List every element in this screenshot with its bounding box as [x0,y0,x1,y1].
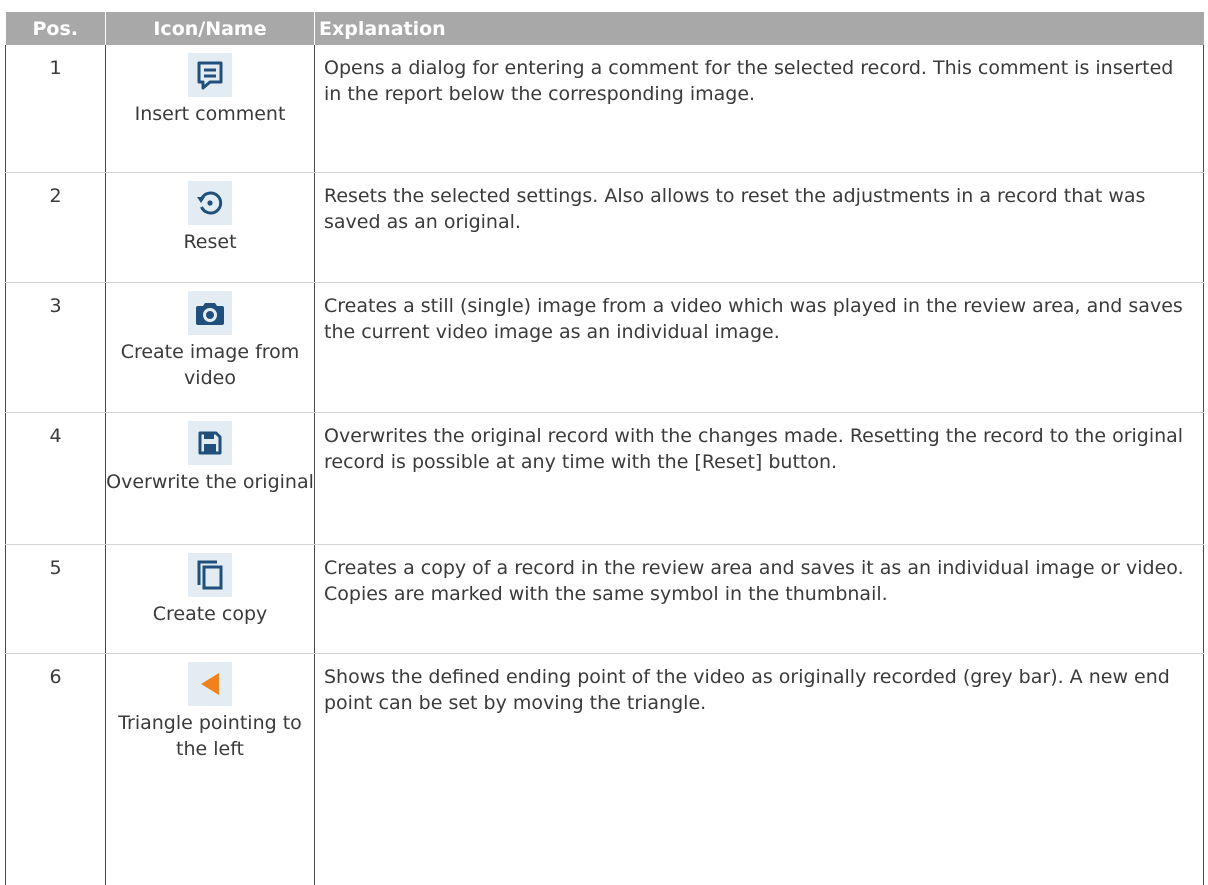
row-pos: 4 [5,412,106,545]
header-icon-name: Icon/Name [105,12,315,45]
row-pos: 1 [5,45,106,173]
icon-name: Overwrite the original [106,470,314,493]
copy-icon [188,552,232,597]
row-explanation: Resets the selected settings. Also allow… [314,172,1204,283]
save-icon [188,420,232,465]
triangle-left-icon [188,661,232,706]
row-pos: 6 [5,653,106,885]
row-explanation: Opens a dialog for entering a comment fo… [314,45,1204,173]
row-pos: 2 [5,172,106,283]
table-row: 2 Reset Resets the selected settings. Al… [5,172,1204,283]
row-explanation: Creates a still (single) image from a vi… [314,282,1204,413]
table-header-row: Pos. Icon/Name Explanation [5,12,1204,45]
icon-name: Triangle pointing to the left [118,711,302,760]
comment-icon [188,53,232,97]
table-row: 3 Create image from video Creates a stil… [5,282,1204,413]
row-pos: 3 [5,282,106,413]
icon-name: Create image from video [120,340,300,389]
header-pos: Pos. [5,12,106,45]
icon-reference-table: Pos. Icon/Name Explanation 1 Insert comm… [5,12,1204,885]
table-row: 5 Create copy Creates a copy of a record… [5,544,1204,654]
table-row: 6 Triangle pointing to the left Shows th… [5,653,1204,885]
table-row: 1 Insert comment Opens a dialog for ente… [5,45,1204,173]
icon-name: Reset [183,230,237,253]
row-explanation: Overwrites the original record with the … [314,412,1204,545]
row-pos: 5 [5,544,106,654]
row-explanation: Shows the defined ending point of the vi… [314,653,1204,885]
header-explanation: Explanation [314,12,1204,45]
row-explanation: Creates a copy of a record in the review… [314,544,1204,654]
camera-icon [188,290,232,335]
icon-name: Create copy [152,602,268,625]
reset-icon [188,180,232,225]
table-row: 4 Overwrite the original Overwrites the … [5,412,1204,545]
icon-name: Insert comment [134,103,286,125]
